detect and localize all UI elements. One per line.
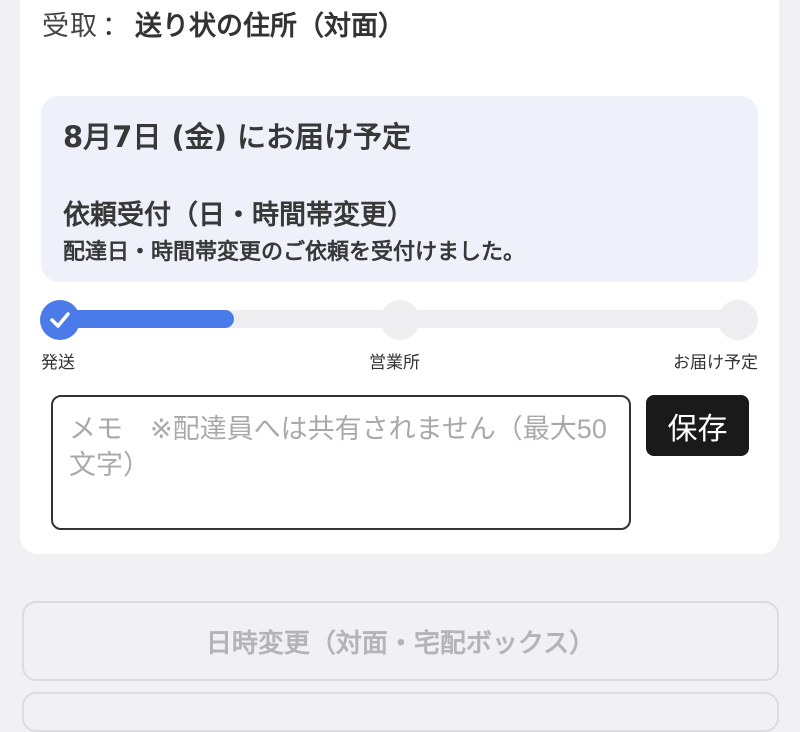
- save-button[interactable]: 保存: [646, 395, 749, 456]
- step-node-shipped: [40, 300, 80, 340]
- step-label-shipped: 発送: [41, 353, 75, 373]
- delivery-date: 8月7日 (金) にお届け予定: [63, 120, 412, 154]
- memo-input[interactable]: [51, 395, 631, 530]
- checkmark-icon: [50, 312, 70, 328]
- delivery-status-panel: 8月7日 (金) にお届け予定 依頼受付（日・時間帯変更） 配達日・時間帯変更の…: [41, 96, 758, 282]
- receive-value: 送り状の住所（対面）: [135, 11, 405, 42]
- status-description: 配達日・時間帯変更のご依頼を受付けました。: [63, 240, 526, 265]
- receive-label: 受取: [42, 11, 98, 42]
- step-node-delivery: [718, 300, 758, 340]
- change-datetime-button[interactable]: 日時変更（対面・宅配ボックス）: [22, 601, 779, 681]
- next-button-partial[interactable]: [22, 692, 779, 732]
- receive-separator: ：: [102, 11, 129, 42]
- step-node-office: [380, 300, 420, 340]
- step-label-office: 営業所: [369, 353, 420, 373]
- step-label-delivery: お届け予定: [673, 353, 758, 373]
- status-title: 依頼受付（日・時間帯変更）: [63, 200, 414, 231]
- receive-method: 受取：送り状の住所（対面）: [42, 8, 405, 46]
